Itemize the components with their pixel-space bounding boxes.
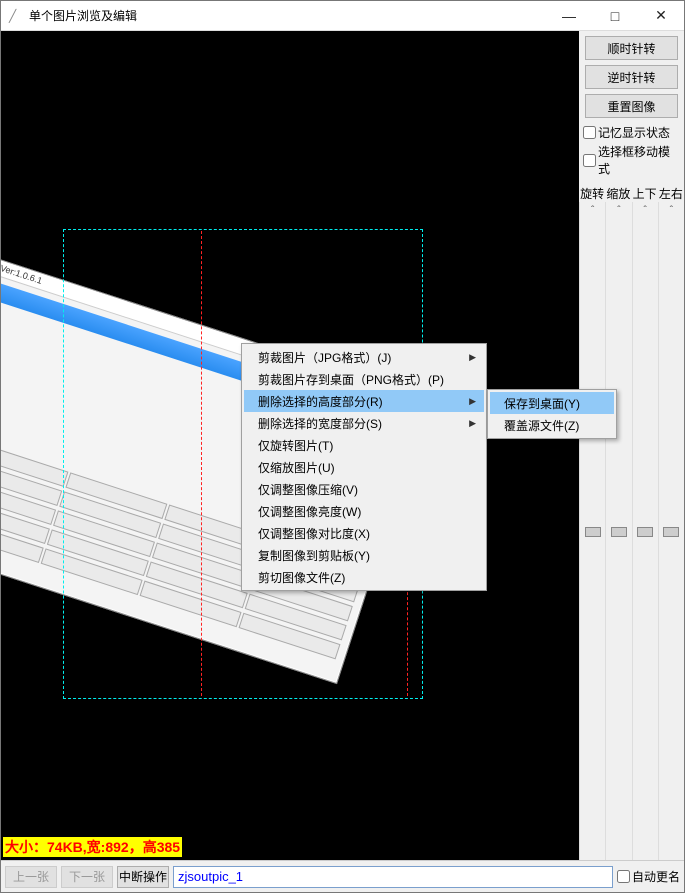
auto-rename-checkbox[interactable]: 自动更名 <box>617 868 680 885</box>
rotate-slider[interactable]: ˆ ˇ <box>579 202 605 892</box>
menu-adjust-contrast[interactable]: 仅调整图像对比度(X) <box>244 522 484 544</box>
auto-rename-input[interactable] <box>617 870 630 883</box>
right-panel: 顺时针转 逆时针转 重置图像 记忆显示状态 选择框移动模式 旋转 缩放 上下 左… <box>579 31 684 892</box>
filename-input[interactable] <box>173 866 613 888</box>
leftright-slider[interactable]: ˆ ˇ <box>658 202 684 892</box>
image-info-status: 大小：74KB,宽:892，高385 <box>3 837 182 857</box>
hdr-updown: 上下 <box>632 185 658 202</box>
submenu-arrow-icon: ▶ <box>469 352 476 363</box>
checkbox-group: 记忆显示状态 选择框移动模式 <box>583 124 680 179</box>
minimize-button[interactable]: — <box>546 1 592 30</box>
abort-button[interactable]: 中断操作 <box>117 866 169 888</box>
menu-delete-height[interactable]: 删除选择的高度部分(R)▶ <box>244 390 484 412</box>
rotate-ccw-button[interactable]: 逆时针转 <box>585 65 678 89</box>
menu-crop-jpg[interactable]: 剪裁图片（JPG格式）(J)▶ <box>244 346 484 368</box>
menu-adjust-compress[interactable]: 仅调整图像压缩(V) <box>244 478 484 500</box>
zoom-slider[interactable]: ˆ ˇ <box>605 202 631 892</box>
window-buttons: — □ ✕ <box>546 1 684 30</box>
context-menu: 剪裁图片（JPG格式）(J)▶ 剪裁图片存到桌面（PNG格式）(P) 删除选择的… <box>241 343 487 591</box>
menu-crop-png-desktop[interactable]: 剪裁图片存到桌面（PNG格式）(P) <box>244 368 484 390</box>
selection-move-mode-input[interactable] <box>583 154 596 167</box>
submenu-arrow-icon: ▶ <box>469 396 476 407</box>
reset-image-button[interactable]: 重置图像 <box>585 94 678 118</box>
submenu-overwrite-source[interactable]: 覆盖源文件(Z) <box>490 414 614 436</box>
menu-copy-clipboard[interactable]: 复制图像到剪贴板(Y) <box>244 544 484 566</box>
window: ╱ 单个图片浏览及编辑 — □ ✕ 批量文件处理压缩工具 周际一号 QQ:116… <box>0 0 685 893</box>
rotate-cw-button[interactable]: 顺时针转 <box>585 36 678 60</box>
hdr-rotate: 旋转 <box>579 185 605 202</box>
menu-adjust-brightness[interactable]: 仅调整图像亮度(W) <box>244 500 484 522</box>
context-submenu: 保存到桌面(Y) 覆盖源文件(Z) <box>487 389 617 439</box>
menu-delete-width[interactable]: 删除选择的宽度部分(S)▶ <box>244 412 484 434</box>
remember-state-input[interactable] <box>583 126 596 139</box>
remember-state-checkbox[interactable]: 记忆显示状态 <box>583 124 680 141</box>
window-title: 单个图片浏览及编辑 <box>23 7 546 24</box>
submenu-arrow-icon: ▶ <box>469 418 476 429</box>
app-icon: ╱ <box>9 9 23 23</box>
next-image-button[interactable]: 下一张 <box>61 866 113 888</box>
up-arrow-icon[interactable]: ˆ <box>617 202 620 218</box>
submenu-save-desktop[interactable]: 保存到桌面(Y) <box>490 392 614 414</box>
up-arrow-icon[interactable]: ˆ <box>643 202 646 218</box>
menu-only-zoom[interactable]: 仅缩放图片(U) <box>244 456 484 478</box>
menu-only-rotate[interactable]: 仅旋转图片(T) <box>244 434 484 456</box>
client-area: 批量文件处理压缩工具 周际一号 QQ:1164102 Ver:1.0.6.1 文… <box>1 31 684 892</box>
menu-cut-file[interactable]: 剪切图像文件(Z) <box>244 566 484 588</box>
selection-move-mode-checkbox[interactable]: 选择框移动模式 <box>583 143 680 177</box>
up-arrow-icon[interactable]: ˆ <box>591 202 594 218</box>
bottom-toolbar: 上一张 下一张 中断操作 自动更名 <box>1 860 684 892</box>
hdr-leftright: 左右 <box>658 185 684 202</box>
close-button[interactable]: ✕ <box>638 1 684 30</box>
slider-headers: 旋转 缩放 上下 左右 <box>579 185 684 202</box>
slider-tracks: ˆ ˇ ˆ ˇ ˆ ˇ ˆ ˇ <box>579 202 684 892</box>
maximize-button[interactable]: □ <box>592 1 638 30</box>
updown-slider[interactable]: ˆ ˇ <box>632 202 658 892</box>
prev-image-button[interactable]: 上一张 <box>5 866 57 888</box>
hdr-zoom: 缩放 <box>605 185 631 202</box>
up-arrow-icon[interactable]: ˆ <box>670 202 673 218</box>
titlebar: ╱ 单个图片浏览及编辑 — □ ✕ <box>1 1 684 31</box>
